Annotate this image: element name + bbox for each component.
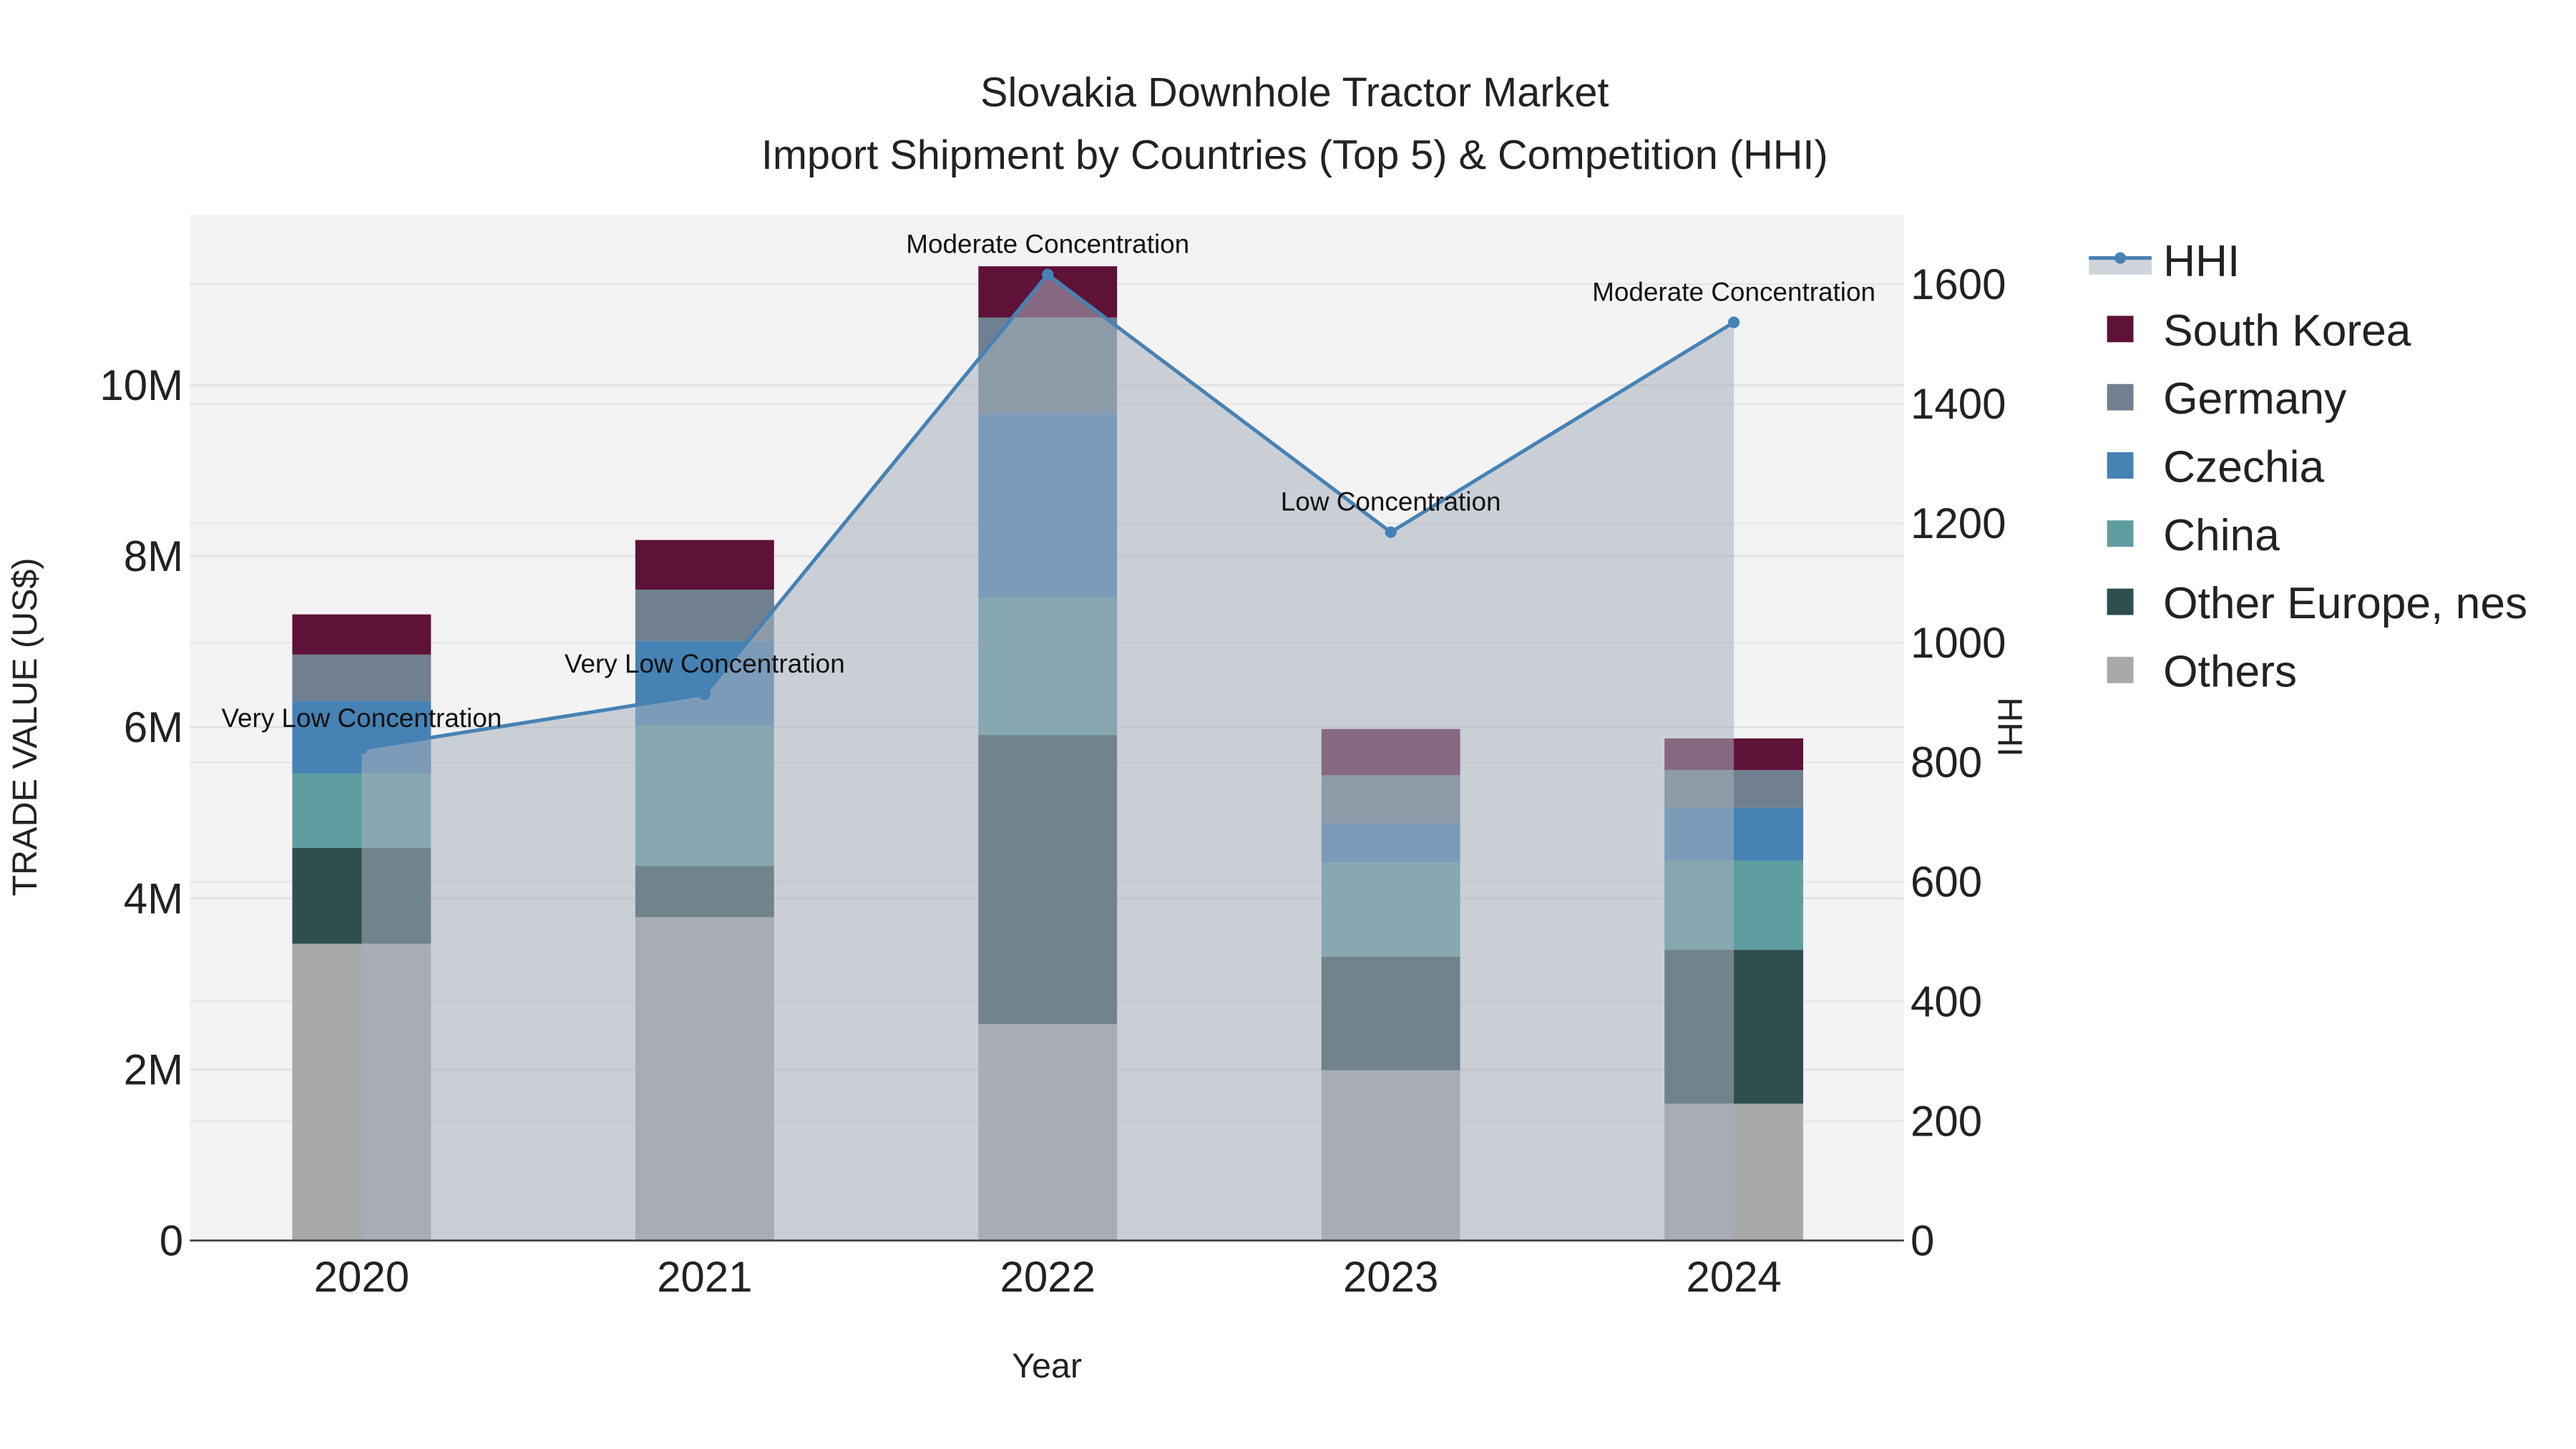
x-tick-label: 2020: [314, 1253, 409, 1301]
y-axis-title: TRADE VALUE (US$): [6, 557, 44, 896]
x-tick-label: 2024: [1686, 1253, 1781, 1301]
hhi-annotation: Very Low Concentration: [565, 649, 845, 678]
x-tick-label: 2023: [1343, 1253, 1438, 1301]
legend-label-hhi: HHI: [2163, 237, 2240, 286]
y-tick-label: 4M: [124, 874, 183, 922]
y2-tick-label: 400: [1911, 977, 1982, 1025]
legend-label: Other Europe, nes: [2163, 579, 2527, 628]
y2-tick-label: 600: [1911, 858, 1982, 906]
legend-label: Others: [2163, 647, 2297, 696]
legend-label: China: [2163, 511, 2280, 560]
y-tick-label: 6M: [124, 703, 183, 751]
legend-swatch-germany: [2107, 384, 2134, 411]
chart: Very Low Concentration Very Low Concentra…: [6, 69, 2527, 1385]
hhi-annotation: Moderate Concentration: [1592, 278, 1875, 307]
y2-tick-label: 1600: [1911, 260, 2006, 308]
legend-label: Czechia: [2163, 443, 2324, 492]
hhi-point-2021: [698, 688, 711, 701]
legend-swatch-czechia: [2107, 452, 2134, 479]
hhi-point-2022: [1042, 268, 1054, 280]
bar-south-korea-2020: [292, 614, 431, 655]
y-tick-label: 10M: [99, 361, 183, 409]
y-tick-label: 8M: [124, 532, 183, 580]
bar-south-korea-2021: [635, 540, 774, 590]
y-tick-label: 2M: [124, 1045, 183, 1093]
legend-swatch-china: [2107, 520, 2134, 547]
legend-swatch-south-korea: [2107, 316, 2134, 343]
hhi-point-2024: [1728, 316, 1740, 328]
y-tick-label: 0: [160, 1216, 183, 1264]
y2-tick-label: 200: [1911, 1097, 1982, 1145]
hhi-annotation: Very Low Concentration: [221, 703, 502, 733]
y2-tick-label: 0: [1911, 1216, 1934, 1264]
y2-tick-label: 1200: [1911, 499, 2006, 547]
bar-germany-2020: [292, 654, 431, 701]
chart-title-line2: Import Shipment by Countries (Top 5) & C…: [761, 132, 1828, 178]
y2-axis-title: HHI: [1990, 697, 2029, 756]
hhi-point-2020: [356, 743, 368, 755]
hhi-annotation: Low Concentration: [1281, 487, 1501, 517]
y2-tick-label: 1400: [1911, 380, 2006, 428]
legend-hhi-marker-icon: [2114, 252, 2127, 264]
hhi-point-2023: [1385, 526, 1397, 538]
hhi-annotation: Moderate Concentration: [906, 230, 1189, 259]
x-tick-label: 2022: [1000, 1253, 1095, 1301]
legend-swatch-other-europe-nes: [2107, 588, 2134, 615]
y2-tick-label: 800: [1911, 738, 1982, 786]
legend-label: Germany: [2163, 374, 2347, 424]
y2-tick-label: 1000: [1911, 619, 2006, 667]
chart-title-line1: Slovakia Downhole Tractor Market: [980, 69, 1609, 115]
x-tick-label: 2021: [657, 1253, 752, 1301]
legend-swatch-others: [2107, 656, 2134, 683]
legend-label: South Korea: [2163, 306, 2411, 356]
x-axis-title: Year: [1012, 1347, 1082, 1385]
